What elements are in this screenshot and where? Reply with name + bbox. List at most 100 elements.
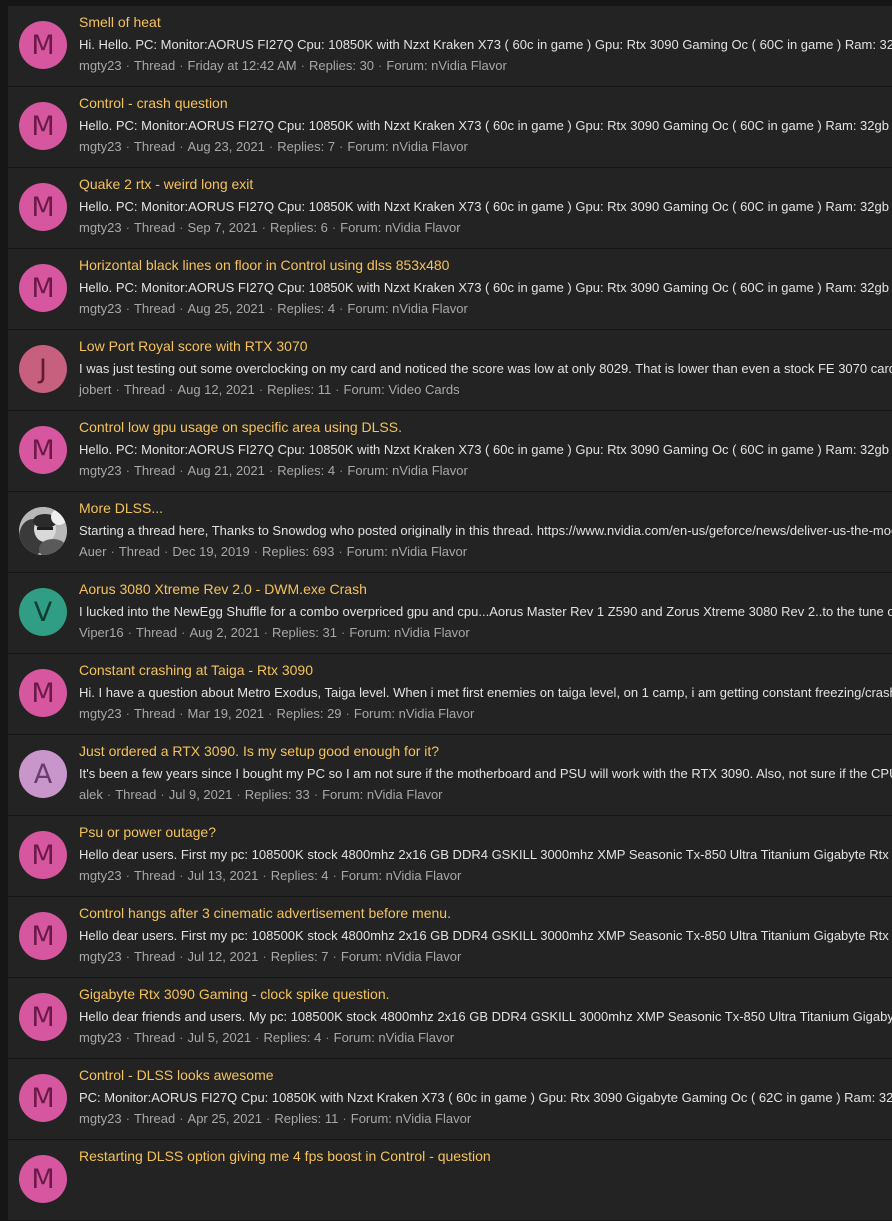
meta-separator: · xyxy=(340,625,346,640)
meta-separator: · xyxy=(179,139,184,154)
thread-snippet: Hello. PC: Monitor:AORUS FI27Q Cpu: 1085… xyxy=(79,199,889,214)
author-link[interactable]: mgty23 xyxy=(79,1111,122,1126)
forum-link[interactable]: Forum: nVidia Flavor xyxy=(340,220,460,235)
meta-separator: · xyxy=(179,1111,184,1126)
avatar[interactable]: M xyxy=(19,102,67,150)
thread-date[interactable]: Aug 25, 2021 xyxy=(188,301,265,316)
avatar[interactable]: M xyxy=(19,831,67,879)
thread-meta: alek · Thread · Jul 9, 2021 · Replies: 33 · Foru… xyxy=(79,786,443,803)
forum-link[interactable]: Forum: nVidia Flavor xyxy=(334,1030,454,1045)
author-link[interactable]: mgty23 xyxy=(79,949,122,964)
thread-title-link[interactable]: More DLSS... xyxy=(79,500,163,517)
thread-title-link[interactable]: Low Port Royal score with RTX 3070 xyxy=(79,338,308,355)
author-link[interactable]: alek xyxy=(79,787,103,802)
avatar[interactable]: M xyxy=(19,993,67,1041)
author-link[interactable]: mgty23 xyxy=(79,139,122,154)
avatar-letter: J xyxy=(39,353,47,385)
thread-meta: mgty23 · Thread · Friday at 12:42 AM · Replies… xyxy=(79,57,507,74)
avatar[interactable] xyxy=(19,507,67,555)
thread-title-link[interactable]: Horizontal black lines on floor in Contr… xyxy=(79,257,449,274)
avatar[interactable]: M xyxy=(19,912,67,960)
author-link[interactable]: mgty23 xyxy=(79,301,122,316)
thread-title-link[interactable]: Control - DLSS looks awesome xyxy=(79,1067,274,1084)
avatar[interactable]: V xyxy=(19,588,67,636)
thread-title-link[interactable]: Psu or power outage? xyxy=(79,824,216,841)
thread-date[interactable]: Friday at 12:42 AM xyxy=(188,58,297,73)
thread-title-link[interactable]: Just ordered a RTX 3090. Is my setup goo… xyxy=(79,743,439,760)
thread-snippet: Hello. PC: Monitor:AORUS FI27Q Cpu: 1085… xyxy=(79,280,889,295)
thread-date[interactable]: Aug 23, 2021 xyxy=(188,139,265,154)
meta-separator: · xyxy=(300,58,305,73)
avatar[interactable]: M xyxy=(19,1074,67,1122)
meta-separator: · xyxy=(125,1030,130,1045)
thread-title-link[interactable]: Constant crashing at Taiga - Rtx 3090 xyxy=(79,662,313,679)
thread-row: M Smell of heat Hi. Hello. PC: Monitor:A… xyxy=(8,6,892,86)
author-link[interactable]: mgty23 xyxy=(79,220,122,235)
thread-date[interactable]: Jul 12, 2021 xyxy=(188,949,259,964)
author-link[interactable]: mgty23 xyxy=(79,706,122,721)
thread-meta: mgty23 · Thread · Mar 19, 2021 · Replies: 29 · F… xyxy=(79,705,474,722)
forum-link[interactable]: Forum: nVidia Flavor xyxy=(347,463,467,478)
avatar[interactable]: M xyxy=(19,264,67,312)
thread-date[interactable]: Dec 19, 2019 xyxy=(172,544,249,559)
forum-link[interactable]: Forum: nVidia Flavor xyxy=(386,58,506,73)
avatar-letter: M xyxy=(31,434,55,466)
forum-link[interactable]: Forum: nVidia Flavor xyxy=(349,625,469,640)
avatar[interactable]: J xyxy=(19,345,67,393)
forum-link[interactable]: Forum: nVidia Flavor xyxy=(347,301,467,316)
author-link[interactable]: mgty23 xyxy=(79,463,122,478)
thread-title-link[interactable]: Quake 2 rtx - weird long exit xyxy=(79,176,253,193)
thread-date[interactable]: Jul 5, 2021 xyxy=(188,1030,252,1045)
avatar[interactable]: M xyxy=(19,183,67,231)
avatar[interactable]: M xyxy=(19,426,67,474)
thread-title-link[interactable]: Control low gpu usage on specific area u… xyxy=(79,419,402,436)
thread-title-link[interactable]: Aorus 3080 Xtreme Rev 2.0 - DWM.exe Cras… xyxy=(79,581,367,598)
forum-link[interactable]: Forum: nVidia Flavor xyxy=(341,868,461,883)
thread-meta: mgty23 · Thread · Aug 23, 2021 · Replies: 7 · Fo… xyxy=(79,138,468,155)
reply-count: Replies: 30 xyxy=(309,58,375,73)
thread-row: More DLSS... Starting a thread here, Tha… xyxy=(8,492,892,572)
thread-title-link[interactable]: Control - crash question xyxy=(79,95,228,112)
author-link[interactable]: Viper16 xyxy=(79,625,124,640)
avatar[interactable]: M xyxy=(19,1155,67,1203)
thread-date[interactable]: Aug 2, 2021 xyxy=(189,625,259,640)
thread-title-link[interactable]: Restarting DLSS option giving me 4 fps b… xyxy=(79,1148,491,1165)
forum-link[interactable]: Forum: nVidia Flavor xyxy=(341,949,461,964)
author-link[interactable]: mgty23 xyxy=(79,58,122,73)
forum-link[interactable]: Forum: nVidia Flavor xyxy=(351,1111,471,1126)
thread-date[interactable]: Mar 19, 2021 xyxy=(188,706,265,721)
forum-link[interactable]: Forum: Video Cards xyxy=(344,382,460,397)
reply-count: Replies: 11 xyxy=(267,382,332,397)
thread-meta: Auer · Thread · Dec 19, 2019 · Replies: 693 · Fo… xyxy=(79,543,467,560)
meta-separator: · xyxy=(179,1030,184,1045)
thread-date[interactable]: Jul 13, 2021 xyxy=(188,868,259,883)
author-link[interactable]: jobert xyxy=(79,382,112,397)
thread-date[interactable]: Aug 12, 2021 xyxy=(177,382,254,397)
forum-link[interactable]: Forum: nVidia Flavor xyxy=(354,706,474,721)
forum-link[interactable]: Forum: nVidia Flavor xyxy=(347,544,467,559)
thread-date[interactable]: Sep 7, 2021 xyxy=(188,220,258,235)
reply-count: Replies: 4 xyxy=(270,868,329,883)
thread-snippet: Hello dear users. First my pc: 108500K s… xyxy=(79,847,892,862)
content-type-label: Thread xyxy=(133,1030,176,1045)
thread-date[interactable]: Apr 25, 2021 xyxy=(188,1111,262,1126)
content-type-label: Thread xyxy=(133,463,176,478)
avatar[interactable]: M xyxy=(19,21,67,69)
meta-separator: · xyxy=(125,58,130,73)
content-type-label: Thread xyxy=(133,1111,176,1126)
thread-row: M Control - DLSS looks awesome PC: Monit… xyxy=(8,1059,892,1139)
thread-title-link[interactable]: Smell of heat xyxy=(79,14,161,31)
author-link[interactable]: mgty23 xyxy=(79,868,122,883)
avatar[interactable]: M xyxy=(19,669,67,717)
thread-date[interactable]: Aug 21, 2021 xyxy=(188,463,265,478)
thread-title-link[interactable]: Control hangs after 3 cinematic advertis… xyxy=(79,905,451,922)
author-link[interactable]: mgty23 xyxy=(79,1030,122,1045)
forum-link[interactable]: Forum: nVidia Flavor xyxy=(322,787,442,802)
avatar[interactable]: A xyxy=(19,750,67,798)
forum-link[interactable]: Forum: nVidia Flavor xyxy=(347,139,467,154)
thread-row: M Restarting DLSS option giving me 4 fps… xyxy=(8,1140,892,1220)
meta-separator: · xyxy=(268,139,274,154)
thread-title-link[interactable]: Gigabyte Rtx 3090 Gaming - clock spike q… xyxy=(79,986,390,1003)
thread-date[interactable]: Jul 9, 2021 xyxy=(169,787,233,802)
author-link[interactable]: Auer xyxy=(79,544,106,559)
